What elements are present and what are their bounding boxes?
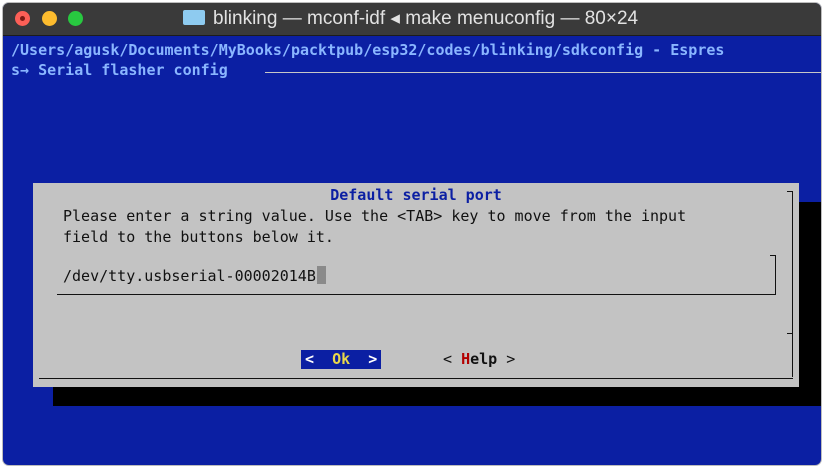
ok-right-bracket: >: [368, 350, 378, 368]
string-input-box[interactable]: /dev/tty.usbserial-00002014B: [57, 255, 776, 295]
help-hotkey: H: [461, 350, 471, 368]
dialog-title: Default serial port: [330, 186, 502, 204]
window-title-text: blinking — mconf-idf ◂ make menuconfig —…: [213, 8, 639, 29]
prompt-line-2: field to the buttons below it.: [63, 228, 334, 246]
input-value: /dev/tty.usbserial-00002014B: [63, 267, 316, 285]
help-right-bracket: >: [497, 350, 516, 368]
title-bar: blinking — mconf-idf ◂ make menuconfig —…: [3, 3, 821, 36]
text-cursor: [316, 266, 326, 284]
button-area-tick: [787, 333, 793, 334]
window-title: blinking — mconf-idf ◂ make menuconfig —…: [183, 3, 638, 35]
zoom-button[interactable]: [68, 11, 83, 26]
input-border-tick: [770, 255, 776, 256]
terminal-window: blinking — mconf-idf ◂ make menuconfig —…: [3, 3, 821, 465]
ok-label: Ok: [332, 350, 351, 368]
ok-left-bracket: <: [305, 350, 315, 368]
config-path: /Users/agusk/Documents/MyBooks/packtpub/…: [11, 41, 725, 59]
close-button[interactable]: [15, 11, 30, 26]
string-input-field[interactable]: /dev/tty.usbserial-00002014B: [63, 266, 326, 285]
close-dot-icon: [20, 16, 25, 21]
help-button[interactable]: < Help >: [443, 350, 515, 369]
button-separator: [39, 333, 793, 334]
minimize-button[interactable]: [42, 11, 57, 26]
dialog-prompt: Please enter a string value. Use the <TA…: [63, 206, 686, 248]
input-dialog: Default serial port Please enter a strin…: [33, 183, 799, 387]
dialog-border-right: [792, 191, 793, 377]
help-label-rest: elp: [470, 350, 498, 368]
ok-button[interactable]: < Ok >: [301, 350, 382, 369]
folder-icon: [183, 10, 205, 25]
help-left-bracket: <: [443, 350, 462, 368]
breadcrumb-rule: [265, 72, 821, 73]
prompt-line-1: Please enter a string value. Use the <TA…: [63, 207, 687, 225]
dialog-border-bottom: [39, 378, 793, 379]
breadcrumb: s→ Serial flasher config: [11, 61, 228, 79]
